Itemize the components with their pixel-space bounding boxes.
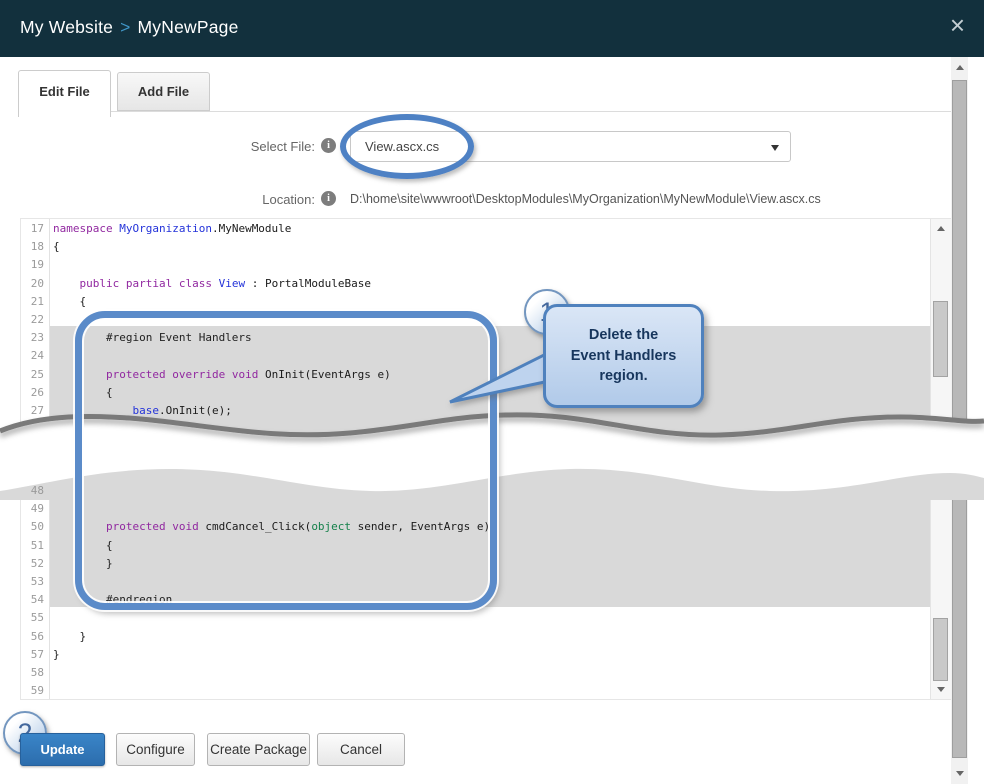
- line-number: 57: [21, 646, 44, 664]
- line-number: 53: [21, 573, 44, 591]
- configure-button[interactable]: Configure: [116, 733, 195, 766]
- line-number: 49: [21, 500, 44, 518]
- line-number: 24: [21, 347, 44, 365]
- line-number: 26: [21, 384, 44, 402]
- scroll-down-button[interactable]: [951, 765, 968, 782]
- scrollbar-thumb[interactable]: [952, 80, 967, 758]
- code-line: 55: [21, 609, 930, 627]
- cancel-button[interactable]: Cancel: [317, 733, 405, 766]
- line-number: 48: [21, 482, 44, 500]
- code-line: 20 public partial class View : PortalMod…: [21, 275, 930, 293]
- location-label: Location:: [150, 192, 315, 207]
- scroll-down-icon: [937, 687, 945, 692]
- scrollbar-thumb[interactable]: [933, 301, 948, 377]
- breadcrumb-separator: >: [120, 17, 130, 37]
- line-number: 25: [21, 366, 44, 384]
- line-number: 18: [21, 238, 44, 256]
- code-line: 21 {: [21, 293, 930, 311]
- select-file-label: Select File:: [150, 139, 315, 154]
- breadcrumb-page: MyNewPage: [138, 17, 239, 37]
- line-number: 19: [21, 256, 44, 274]
- callout-text-line: Event Handlers: [546, 346, 701, 367]
- line-number: 22: [21, 311, 44, 329]
- line-number: 17: [21, 220, 44, 238]
- line-number: 23: [21, 329, 44, 347]
- annotation-ellipse: [340, 114, 474, 179]
- code-line: 57}: [21, 646, 930, 664]
- code-line: 19: [21, 256, 930, 274]
- tab-add-file[interactable]: Add File: [117, 72, 210, 111]
- update-button[interactable]: Update: [20, 733, 105, 766]
- scroll-up-icon: [956, 65, 964, 70]
- main-scrollbar[interactable]: [951, 57, 968, 784]
- line-number: 54: [21, 591, 44, 609]
- info-icon[interactable]: i: [321, 191, 336, 206]
- chevron-down-icon: [771, 145, 779, 151]
- scroll-down-button[interactable]: [931, 681, 951, 698]
- line-number: 21: [21, 293, 44, 311]
- scrollbar-thumb[interactable]: [933, 618, 948, 681]
- line-number: 27: [21, 402, 44, 420]
- callout-text-line: region.: [546, 366, 701, 387]
- code-line: 59: [21, 682, 930, 700]
- callout-text-line: Delete the: [546, 325, 701, 346]
- breadcrumb-site: My Website: [20, 17, 113, 37]
- tab-edit-file[interactable]: Edit File: [18, 70, 111, 117]
- code-scrollbar[interactable]: [930, 219, 951, 699]
- line-number: 56: [21, 628, 44, 646]
- code-line: 58: [21, 664, 930, 682]
- scroll-up-button[interactable]: [931, 220, 951, 237]
- code-line: 18{: [21, 238, 930, 256]
- title-bar: My Website > MyNewPage ×: [0, 0, 984, 57]
- location-value: D:\home\site\wwwroot\DesktopModules\MyOr…: [350, 192, 821, 206]
- scroll-up-button[interactable]: [951, 59, 968, 76]
- line-number: 59: [21, 682, 44, 700]
- close-icon[interactable]: ×: [950, 12, 965, 38]
- line-number: 20: [21, 275, 44, 293]
- callout-step1: Delete the Event Handlers region.: [543, 304, 704, 408]
- line-number: 55: [21, 609, 44, 627]
- info-icon[interactable]: i: [321, 138, 336, 153]
- line-number: 52: [21, 555, 44, 573]
- code-line: 56 }: [21, 628, 930, 646]
- line-number: 50: [21, 518, 44, 536]
- tab-underline: [18, 111, 951, 112]
- page-title: My Website > MyNewPage: [20, 17, 239, 38]
- create-package-button[interactable]: Create Package: [207, 733, 310, 766]
- scroll-up-icon: [937, 226, 945, 231]
- line-number: 51: [21, 537, 44, 555]
- region-annotation-box: [75, 311, 497, 610]
- scroll-down-icon: [956, 771, 964, 776]
- line-number: 58: [21, 664, 44, 682]
- code-line: 17namespace MyOrganization.MyNewModule: [21, 220, 930, 238]
